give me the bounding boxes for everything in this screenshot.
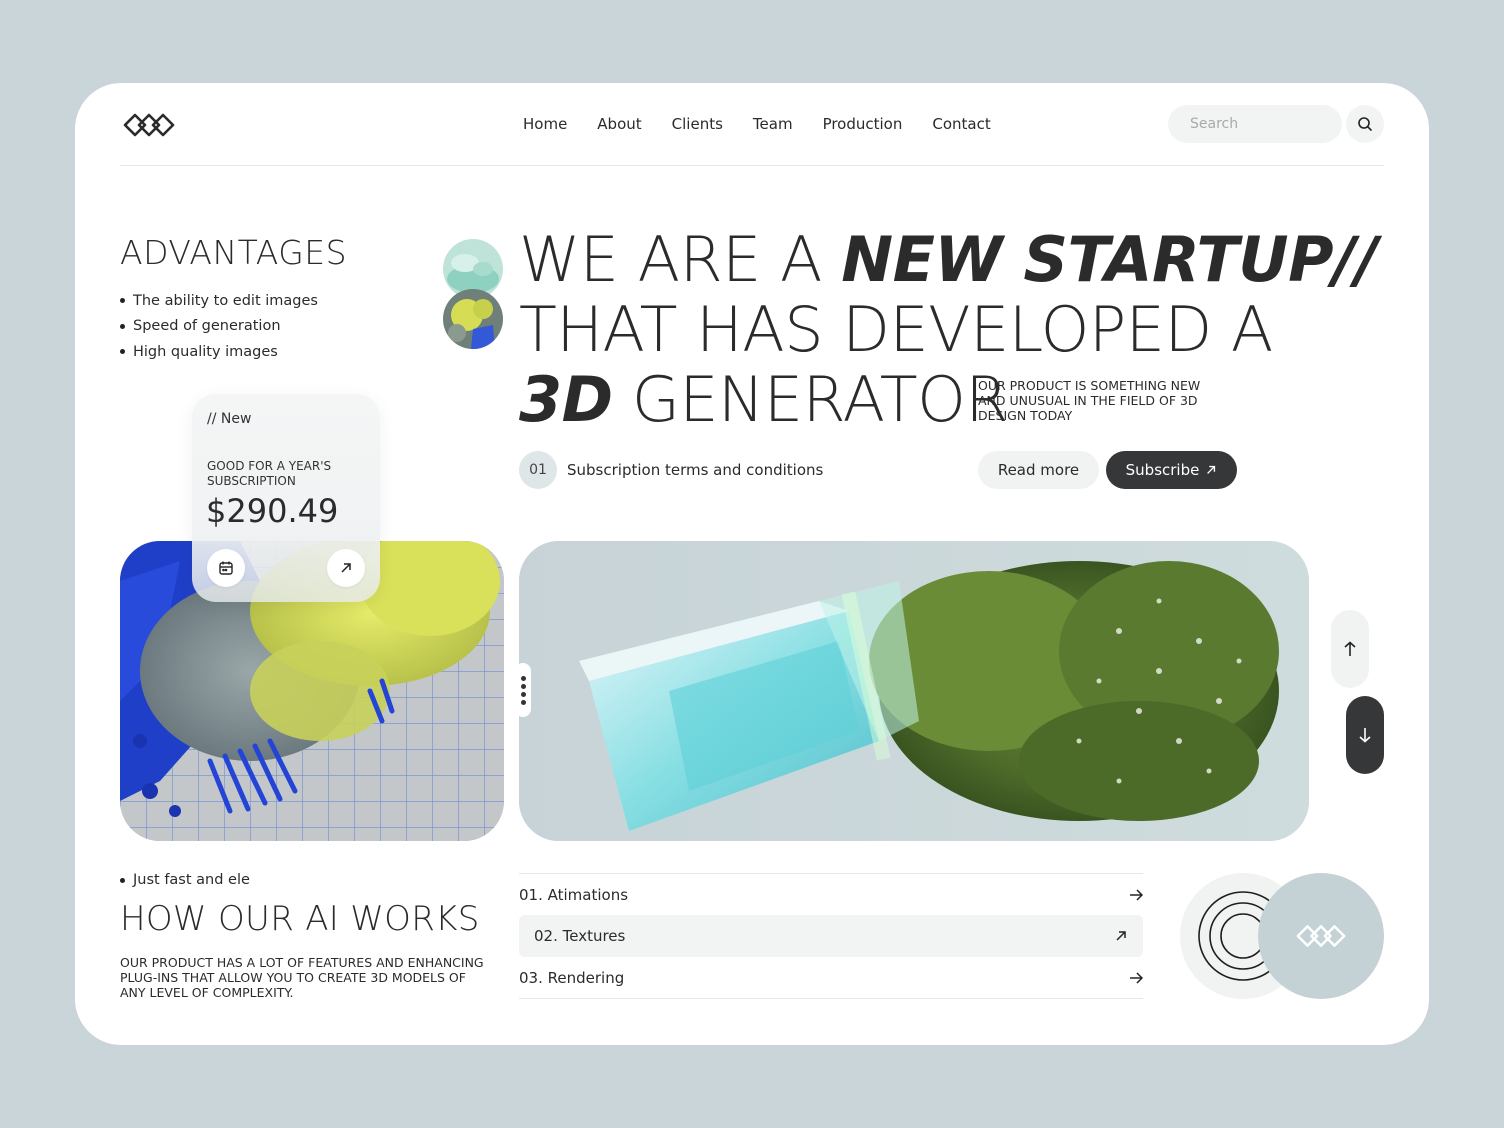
price-value: $290.49 [206, 492, 339, 530]
feature-row-rendering[interactable]: 03. Rendering [519, 957, 1143, 999]
feature-label: 01. Atimations [519, 885, 629, 904]
hero-line2: THAT HAS DEVELOPED A [519, 293, 1273, 366]
advantage-item: High quality images [120, 339, 318, 365]
arrow-right-icon [1130, 888, 1143, 901]
hero-note: OUR PRODUCT IS SOMETHING NEW AND UNUSUAL… [978, 378, 1201, 423]
nav-contact[interactable]: Contact [932, 115, 990, 133]
subscribe-label: Subscribe [1125, 461, 1200, 479]
read-more-button[interactable]: Read more [978, 451, 1099, 489]
hero-line3-plain: GENERATOR [612, 363, 1009, 436]
subscription-terms-link[interactable]: Subscription terms and conditions [567, 461, 823, 479]
calendar-button[interactable] [207, 549, 245, 587]
advantage-item: Speed of generation [120, 314, 318, 340]
scroll-up-button[interactable] [1331, 610, 1369, 688]
hero-line1-plain: WE ARE A [519, 223, 842, 296]
logo-icon [1296, 925, 1346, 947]
hero-line3-italic: 3D [519, 363, 613, 436]
hero-line1-italic: NEW STARTUP// [841, 223, 1378, 296]
search-box [1168, 105, 1342, 143]
hero-thumbnail [443, 289, 503, 349]
open-price-button[interactable] [327, 549, 365, 587]
header-divider [120, 165, 1384, 166]
price-label: GOOD FOR A YEAR'S SUBSCRIPTION [207, 459, 332, 488]
subscription-price-card: // New GOOD FOR A YEAR'S SUBSCRIPTION $2… [192, 394, 380, 602]
feature-label: 03. Rendering [519, 968, 625, 987]
advantage-item: The ability to edit images [120, 288, 318, 314]
hero-title: WE ARE A NEW STARTUP// THAT HAS DEVELOPE… [519, 223, 1378, 436]
step-number-badge: 01 [519, 451, 557, 489]
nav-clients[interactable]: Clients [672, 115, 723, 133]
feature-row-animations[interactable]: 01. Atimations [519, 873, 1143, 915]
subscribe-button[interactable]: Subscribe [1106, 451, 1237, 489]
advantages-list: The ability to edit images Speed of gene… [120, 288, 318, 365]
arrow-right-icon [1130, 971, 1143, 984]
main-nav: Home About Clients Team Production Conta… [523, 115, 991, 133]
drag-handle[interactable] [515, 663, 531, 717]
new-tag: // New [207, 411, 252, 427]
nav-home[interactable]: Home [523, 115, 567, 133]
arrow-up-right-icon [1116, 931, 1126, 941]
how-description: OUR PRODUCT HAS A LOT OF FEATURES AND EN… [120, 955, 484, 1000]
crystal-foliage-image [519, 541, 1309, 841]
scroll-down-button[interactable] [1346, 696, 1384, 774]
arrow-up-right-icon [341, 563, 351, 573]
logo-icon[interactable] [121, 111, 177, 139]
advantages-title: ADVANTAGES [120, 233, 348, 272]
nav-production[interactable]: Production [823, 115, 903, 133]
arrow-up-right-icon [1207, 465, 1216, 474]
nav-about[interactable]: About [597, 115, 641, 133]
feature-label: 02. Textures [534, 927, 626, 945]
calendar-icon [219, 561, 233, 575]
brand-logo-badge[interactable] [1258, 873, 1384, 999]
search-button[interactable] [1346, 105, 1384, 143]
main-card: Home About Clients Team Production Conta… [75, 83, 1429, 1045]
search-icon [1358, 117, 1372, 131]
search-input[interactable] [1168, 105, 1342, 143]
how-bullet: Just fast and ele [120, 872, 250, 888]
feature-list: 01. Atimations 02. Textures 03. Renderin… [519, 873, 1143, 999]
feature-row-textures[interactable]: 02. Textures [519, 915, 1143, 957]
arrow-up-icon [1344, 641, 1356, 656]
how-title: HOW OUR AI WORKS [120, 899, 480, 939]
arrow-down-icon [1359, 728, 1371, 743]
nav-team[interactable]: Team [753, 115, 793, 133]
